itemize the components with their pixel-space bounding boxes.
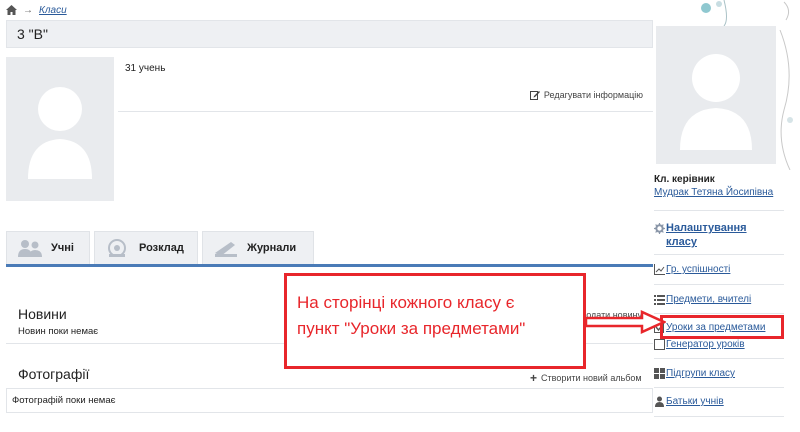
parents-icon	[655, 396, 664, 407]
teacher-photo-placeholder	[656, 26, 776, 164]
breadcrumb-classes-link[interactable]: Класи	[39, 5, 67, 16]
news-empty-text: Новин поки немає	[18, 326, 99, 337]
photos-title: Фотографії	[18, 366, 90, 382]
groups-icon	[654, 368, 665, 379]
sidebar-item-success-graph[interactable]: Гр. успішності	[666, 264, 730, 276]
avatar-icon	[680, 54, 752, 150]
journals-icon	[215, 242, 237, 257]
sidebar-item-parents[interactable]: Батьки учнів	[666, 396, 724, 408]
sidebar-divider	[654, 210, 784, 211]
create-album-label: Створити новий альбом	[541, 373, 642, 383]
class-tabs: Учні Розклад Журнали	[6, 231, 653, 267]
create-album-button[interactable]: + Створити новий альбом	[530, 371, 642, 385]
class-info: 31 учень Редагувати інформацію	[118, 57, 653, 112]
sidebar-item-subjects-teachers[interactable]: Предмети, вчителі	[666, 294, 751, 306]
tab-schedule-label: Розклад	[139, 242, 184, 254]
right-sidebar: Кл. керівник Мудрак Тетяна Йосипівна Нал…	[654, 0, 800, 432]
schedule-icon	[108, 239, 126, 257]
student-count: 31 учень	[125, 63, 166, 74]
teacher-name-link[interactable]: Мудрак Тетяна Йосипівна	[654, 187, 773, 198]
edit-info-label: Редагувати інформацію	[543, 90, 643, 100]
annotation-callout: На сторінці кожного класу є пункт "Уроки…	[284, 273, 586, 369]
page: → Класи 3 "В" 31 учень Редагувати інформ…	[0, 0, 800, 432]
photos-empty-text: Фотографій поки немає	[12, 395, 116, 406]
tab-students-label: Учні	[51, 242, 74, 254]
settings-link[interactable]: Налаштування класу	[666, 221, 776, 249]
sidebar-item-lesson-generator[interactable]: Генератор уроків	[666, 339, 745, 351]
sidebar-divider	[654, 416, 784, 417]
chart-icon	[654, 264, 665, 275]
teacher-label: Кл. керівник	[654, 174, 715, 185]
callout-line-1: На сторінці кожного класу є	[297, 293, 515, 312]
callout-arrow-icon	[586, 310, 666, 334]
arrow-right-icon: →	[23, 4, 33, 16]
avatar-icon	[28, 87, 92, 179]
sidebar-divider	[654, 387, 784, 388]
news-title: Новини	[18, 306, 67, 322]
list-icon	[654, 295, 665, 305]
tab-journals-label: Журнали	[247, 242, 297, 254]
edit-info-button[interactable]: Редагувати інформацію	[529, 90, 643, 100]
generator-icon	[654, 339, 665, 350]
students-icon	[18, 240, 42, 257]
tab-students[interactable]: Учні	[6, 231, 90, 264]
sidebar-item-subgroups[interactable]: Підгрупи класу	[666, 368, 735, 380]
callout-line-2: пункт "Уроки за предметами"	[297, 319, 526, 338]
decorative-swirl-icon	[701, 0, 790, 26]
tab-journals[interactable]: Журнали	[202, 231, 314, 264]
home-icon[interactable]	[6, 5, 17, 15]
sidebar-divider	[654, 254, 784, 255]
tab-schedule[interactable]: Розклад	[94, 231, 198, 264]
sidebar-divider	[654, 313, 784, 314]
breadcrumb: → Класи	[6, 3, 67, 17]
gear-icon	[654, 223, 665, 234]
class-photo-placeholder	[6, 57, 114, 201]
edit-icon	[529, 91, 540, 100]
sidebar-divider	[654, 284, 784, 285]
page-title: 3 "В"	[17, 26, 48, 42]
decorative-vine-icon	[779, 30, 793, 170]
highlight-box	[660, 315, 784, 339]
page-title-bar: 3 "В"	[6, 20, 653, 48]
sidebar-divider	[654, 358, 784, 359]
plus-icon: +	[530, 371, 538, 385]
